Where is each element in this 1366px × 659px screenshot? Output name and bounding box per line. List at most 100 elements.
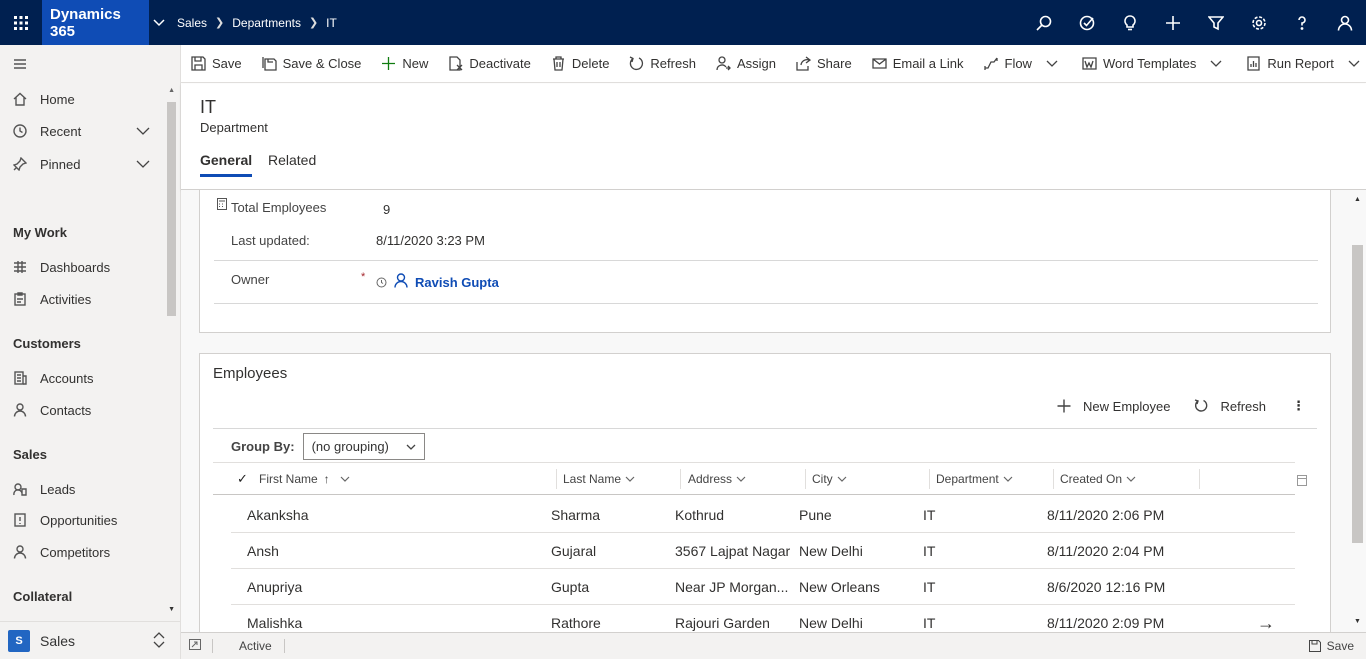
chevron-down-icon[interactable] <box>136 157 150 172</box>
column-divider[interactable] <box>1053 469 1054 489</box>
plus-icon[interactable] <box>1151 0 1194 45</box>
group-title-sales: Sales <box>13 447 47 462</box>
help-icon[interactable] <box>1280 0 1323 45</box>
sidebar-item-dashboards[interactable]: Dashboards <box>0 253 165 281</box>
user-icon[interactable] <box>1323 0 1366 45</box>
deactivate-button[interactable]: Deactivate <box>438 45 540 83</box>
command-label: Refresh <box>1220 398 1266 414</box>
gear-icon[interactable] <box>1237 0 1280 45</box>
tab-related[interactable]: Related <box>268 152 316 174</box>
subgrid-refresh-button[interactable]: Refresh <box>1194 399 1266 414</box>
new-button[interactable]: New <box>371 45 438 83</box>
owner-label: Owner <box>231 272 270 287</box>
word-icon <box>1082 57 1097 70</box>
cell-first-name[interactable]: Anupriya <box>247 569 537 605</box>
new-employee-button[interactable]: New Employee <box>1057 399 1170 414</box>
sidebar-scrollbar-thumb[interactable] <box>167 102 176 316</box>
column-header-department[interactable]: Department <box>936 463 1013 495</box>
column-header-city[interactable]: City <box>812 463 847 495</box>
column-divider[interactable] <box>929 469 930 489</box>
form-scrollbar[interactable]: ▲ ▼ <box>1349 190 1366 632</box>
open-record-arrow-icon[interactable]: → <box>1257 605 1277 633</box>
refresh-icon <box>1195 399 1208 412</box>
sidebar-collapse-button[interactable] <box>0 50 165 78</box>
column-divider[interactable] <box>556 469 557 489</box>
email-link-button[interactable]: Email a Link <box>862 45 974 83</box>
chevron-down-icon <box>1046 60 1058 67</box>
breadcrumb-departments[interactable]: Departments <box>232 16 301 30</box>
scroll-up-icon[interactable]: ▲ <box>1354 196 1361 203</box>
save-button[interactable]: Save <box>181 45 252 83</box>
table-row[interactable]: Ansh Gujaral 3567 Lajpat Nagar New Delhi… <box>231 533 1295 569</box>
sidebar-item-pinned[interactable]: Pinned <box>0 150 165 178</box>
app-launcher-icon[interactable] <box>0 0 42 45</box>
column-header-created-on[interactable]: Created On <box>1060 463 1136 495</box>
sidebar-item-opportunities[interactable]: Opportunities <box>0 506 165 534</box>
sidebar-item-activities[interactable]: Activities <box>0 285 165 313</box>
lookup-status-icon <box>376 276 387 291</box>
search-icon[interactable] <box>1022 0 1065 45</box>
share-button[interactable]: Share <box>786 45 862 83</box>
sidebar-item-contacts[interactable]: Contacts <box>0 396 165 424</box>
sidebar-item-recent[interactable]: Recent <box>0 117 165 145</box>
breadcrumb-current[interactable]: IT <box>326 16 337 30</box>
column-header-last-name[interactable]: Last Name <box>563 463 635 495</box>
cell-first-name[interactable]: Malishka <box>247 605 537 632</box>
grid-options-icon[interactable] <box>1297 474 1307 489</box>
cell-first-name[interactable]: Ansh <box>247 533 537 569</box>
chevron-updown-icon <box>153 632 165 651</box>
word-templates-button[interactable]: Word Templates <box>1072 45 1236 83</box>
column-divider[interactable] <box>1199 469 1200 489</box>
sidebar-item-home[interactable]: Home <box>0 85 165 113</box>
form-scrollbar-thumb[interactable] <box>1352 245 1363 543</box>
pin-icon <box>0 157 40 171</box>
table-row[interactable]: Anupriya Gupta Near JP Morgan... New Orl… <box>231 569 1295 605</box>
sidebar-item-leads[interactable]: Leads <box>0 475 165 503</box>
table-row[interactable]: Akanksha Sharma Kothrud Pune IT 8/11/202… <box>231 497 1295 533</box>
sidebar-item-label: Competitors <box>40 544 111 560</box>
column-label: Created On <box>1060 472 1123 486</box>
column-divider[interactable] <box>680 469 681 489</box>
refresh-button[interactable]: Refresh <box>619 45 706 83</box>
table-row[interactable]: Malishka Rathore Rajouri Garden New Delh… <box>231 605 1295 633</box>
home-icon <box>0 92 40 106</box>
employees-subgrid: Employees New Employee Refresh ⋮ Group B… <box>199 353 1331 632</box>
run-report-button[interactable]: Run Report <box>1236 45 1366 83</box>
save-close-button[interactable]: Save & Close <box>252 45 372 83</box>
chevron-right-icon: ❯ <box>308 17 319 29</box>
flow-button[interactable]: Flow <box>974 45 1072 83</box>
scroll-down-icon[interactable]: ▼ <box>168 606 175 613</box>
tab-general[interactable]: General <box>200 152 253 177</box>
open-in-new-window-icon[interactable] <box>189 639 201 653</box>
sidebar-item-competitors[interactable]: Competitors <box>0 538 165 566</box>
column-divider[interactable] <box>805 469 806 489</box>
cell-first-name[interactable]: Akanksha <box>247 497 537 533</box>
clipboard-icon <box>0 292 40 306</box>
group-by-select[interactable]: (no grouping) <box>302 433 425 460</box>
more-options-icon[interactable]: ⋮ <box>1292 398 1305 414</box>
column-header-address[interactable]: Address <box>688 463 746 495</box>
lightbulb-icon[interactable] <box>1108 0 1151 45</box>
cell-city: New Delhi <box>799 615 863 631</box>
scroll-down-icon[interactable]: ▼ <box>1354 618 1361 625</box>
chevron-down-icon[interactable] <box>149 0 169 45</box>
command-label: Assign <box>736 56 776 71</box>
cell-address: Rajouri Garden <box>675 615 770 631</box>
assign-button[interactable]: Assign <box>706 45 786 83</box>
column-header-first-name[interactable]: First Name ↑ <box>259 463 350 495</box>
area-switcher[interactable]: S Sales <box>0 621 180 659</box>
sidebar-item-accounts[interactable]: Accounts <box>0 364 165 392</box>
command-label: Deactivate <box>469 56 531 71</box>
select-all-checkbox[interactable]: ✓ <box>237 463 248 495</box>
footer-save-button[interactable]: Save <box>1308 639 1354 653</box>
task-icon[interactable] <box>1065 0 1108 45</box>
filter-icon[interactable] <box>1194 0 1237 45</box>
cell-last-name: Gupta <box>551 579 590 595</box>
chevron-down-icon <box>736 476 746 482</box>
breadcrumb-sales[interactable]: Sales <box>177 16 207 30</box>
owner-lookup-link[interactable]: Ravish Gupta <box>415 275 499 290</box>
chevron-down-icon[interactable] <box>136 124 150 139</box>
scroll-up-icon[interactable]: ▲ <box>168 87 175 94</box>
app-brand[interactable]: Dynamics 365 <box>42 0 149 45</box>
delete-button[interactable]: Delete <box>541 45 620 83</box>
